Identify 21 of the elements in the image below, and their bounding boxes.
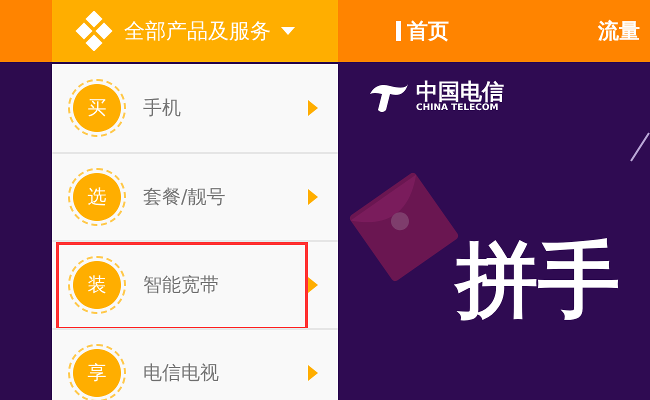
nav-link[interactable]: 首页 <box>396 17 449 45</box>
logo-text: 中国电信 <box>416 81 504 103</box>
caret-down-icon <box>281 27 295 35</box>
diamond-grid-icon <box>74 11 114 51</box>
triangle-right-icon <box>308 100 318 116</box>
category-menu-item[interactable]: 买 手机 <box>52 64 338 152</box>
category-menu-item[interactable]: 享 电信电视 <box>52 328 338 400</box>
triangle-right-icon <box>308 365 318 381</box>
category-menu-item[interactable]: 选 套餐/靓号 <box>52 152 338 240</box>
category-menu-item[interactable]: 装 智能宽带 <box>52 240 338 328</box>
badge-circle: 买 <box>68 79 126 137</box>
banner-headline: 拼手 <box>456 240 620 322</box>
badge-circle: 享 <box>68 344 126 400</box>
line-decoration <box>630 132 650 162</box>
active-indicator <box>396 21 401 41</box>
logo-subtitle: CHINA TELECOM <box>416 103 500 113</box>
triangle-right-icon <box>308 277 318 293</box>
badge-circle: 装 <box>68 256 126 314</box>
nav-link[interactable]: 流量 <box>598 17 640 45</box>
badge-circle: 选 <box>68 168 126 226</box>
triangle-right-icon <box>308 189 318 205</box>
